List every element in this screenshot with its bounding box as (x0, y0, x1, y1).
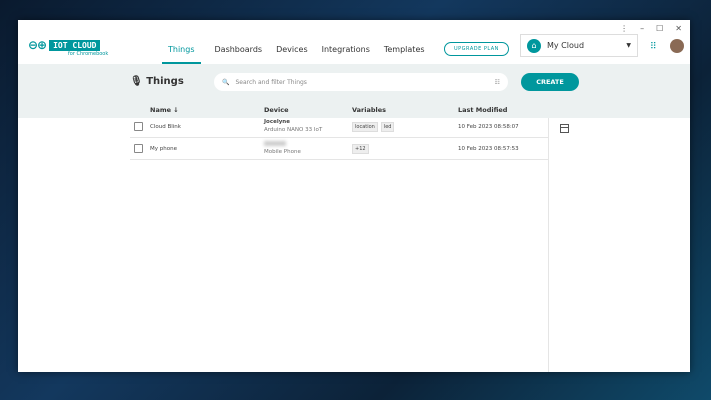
upgrade-plan-button[interactable]: UPGRADE PLAN (444, 42, 509, 56)
tab-devices[interactable]: Devices (276, 36, 308, 64)
space-label: My Cloud (547, 41, 585, 50)
thing-name[interactable]: My phone (150, 146, 177, 152)
toolbar: 🎙 Things 🔍 Search and filter Things ☷ CR… (18, 64, 690, 118)
avatar[interactable] (670, 39, 684, 53)
logo-title: IOT CLOUD (49, 39, 101, 51)
caret-down-icon: ▼ (626, 42, 631, 49)
device-type: Arduino NANO 33 IoT (264, 127, 323, 133)
col-variables: Variables (352, 106, 387, 114)
device-type: Mobile Phone (264, 149, 301, 155)
search-input[interactable]: 🔍 Search and filter Things ☷ (214, 73, 508, 91)
create-button[interactable]: CREATE (521, 73, 579, 91)
filter-icon[interactable]: ☷ (495, 79, 500, 86)
row-checkbox[interactable] (134, 122, 143, 131)
variables: location led (352, 122, 397, 132)
search-icon: 🔍 (222, 78, 230, 86)
variable-chip: +12 (352, 144, 369, 154)
main-nav: Things Dashboards Devices Integrations T… (162, 36, 425, 64)
table-row[interactable]: My phone Mobile Phone +12 10 Feb 2023 08… (130, 138, 548, 160)
device-name-redacted (264, 141, 286, 146)
tab-things[interactable]: Things (162, 36, 201, 64)
thing-icon: 🎙 (130, 76, 147, 87)
close-icon[interactable]: ✕ (675, 24, 682, 33)
device-name: Jocelyne (264, 119, 290, 125)
logo[interactable]: ⊖⊕ IOT CLOUD for Chromebook (28, 38, 108, 57)
tab-integrations[interactable]: Integrations (322, 36, 370, 64)
infinity-icon: ⊖⊕ (28, 38, 47, 52)
search-placeholder: Search and filter Things (235, 78, 307, 86)
menu-icon[interactable]: ⋮ (620, 24, 628, 33)
home-icon: ⌂ (527, 38, 541, 53)
apps-grid-icon[interactable]: ⠿ (650, 42, 657, 52)
tab-templates[interactable]: Templates (384, 36, 425, 64)
page-title: 🎙 Things (130, 76, 184, 87)
table-row[interactable]: Cloud Blink Jocelyne Arduino NANO 33 IoT… (130, 116, 548, 138)
col-last-modified: Last Modified (458, 106, 508, 114)
logo-subtitle: for Chromebook (68, 51, 109, 57)
table-view-icon[interactable] (560, 124, 569, 133)
last-modified: 10 Feb 2023 08:58:07 (458, 124, 519, 130)
space-selector[interactable]: ⌂ My Cloud ▼ (520, 34, 638, 57)
app-window: ⋮ – ☐ ✕ ⊖⊕ IOT CLOUD for Chromebook Thin… (18, 20, 690, 372)
tab-dashboards[interactable]: Dashboards (215, 36, 263, 64)
minimize-icon[interactable]: – (640, 24, 644, 33)
variable-chip: led (380, 122, 395, 132)
row-checkbox[interactable] (134, 144, 143, 153)
last-modified: 10 Feb 2023 08:57:53 (458, 146, 519, 152)
side-panel-divider (548, 118, 549, 372)
header: ⊖⊕ IOT CLOUD for Chromebook Things Dashb… (18, 34, 690, 64)
variables: +12 (352, 144, 372, 154)
col-device: Device (264, 106, 289, 114)
col-name[interactable]: Name ↓ (150, 106, 179, 114)
variable-chip: location (352, 122, 378, 132)
thing-name[interactable]: Cloud Blink (150, 124, 181, 130)
maximize-icon[interactable]: ☐ (656, 24, 663, 33)
